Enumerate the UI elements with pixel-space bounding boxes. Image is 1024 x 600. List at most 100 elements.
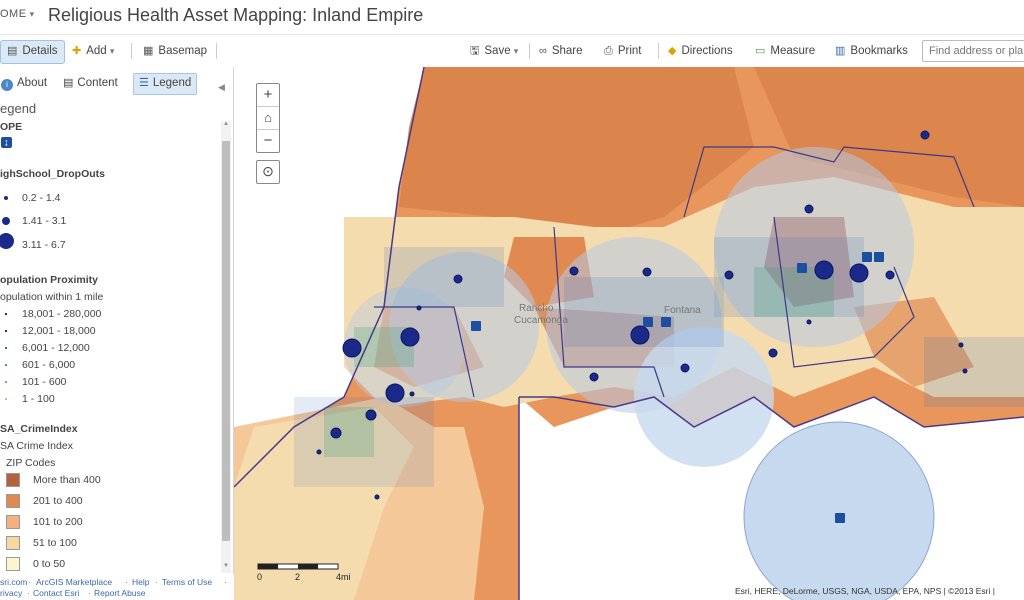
save-icon: 🖫 <box>470 45 480 57</box>
basemap-label: Basemap <box>158 45 207 57</box>
tab-legend[interactable]: ☰ Legend <box>133 73 198 95</box>
add-button[interactable]: ✚ Add ▾ <box>66 40 120 62</box>
scale-label-4mi: 4mi <box>336 572 351 582</box>
bookmarks-label: Bookmarks <box>850 45 908 57</box>
measure-button[interactable]: ▭ Measure <box>749 40 821 62</box>
legend-class-label: 3.11 - 6.7 <box>22 239 66 251</box>
scale-label-2: 2 <box>295 572 301 582</box>
details-icon: ▤ <box>7 45 18 57</box>
info-icon: i <box>1 79 13 91</box>
zoom-in-button[interactable]: + <box>257 84 279 107</box>
tab-content[interactable]: ▤ Content <box>58 73 123 93</box>
bookmarks-button[interactable]: ▥ Bookmarks <box>829 40 914 62</box>
scale-bar-graphic <box>257 563 339 570</box>
measure-icon: ▭ <box>755 45 766 57</box>
footer-link-contact[interactable]: Contact Esri <box>33 588 79 598</box>
legend-layer-title: SA_CrimeIndex <box>0 423 78 435</box>
tab-about[interactable]: i About <box>0 73 52 93</box>
search-input[interactable] <box>922 40 1024 62</box>
home-extent-button[interactable]: ⌂ <box>257 107 279 130</box>
crime-swatch-1 <box>6 494 20 508</box>
legend-icon: ☰ <box>139 77 149 89</box>
page-title: Religious Health Asset Mapping: Inland E… <box>48 5 424 25</box>
legend-scrollbar[interactable]: ▲ ▼ <box>221 121 231 573</box>
scale-bar: 0 2 4mi <box>257 563 357 587</box>
zoom-control: + ⌂ − <box>256 83 280 153</box>
basemap-icon: ▦ <box>143 45 154 57</box>
chevron-down-icon: ▾ <box>109 46 115 56</box>
details-label: Details <box>22 45 58 57</box>
panel-tabs: i About ▤ Content ☰ Legend ◀ <box>0 73 233 95</box>
hope-symbol-icon: ↨ <box>1 137 12 148</box>
collapse-panel-icon[interactable]: ◀ <box>218 82 225 93</box>
chevron-down-icon: ▾ <box>513 46 519 56</box>
proximity-symbol <box>5 330 7 332</box>
proximity-symbol <box>5 313 7 315</box>
chevron-down-icon: ▾ <box>29 9 35 19</box>
directions-button[interactable]: ◆ Directions <box>662 40 739 62</box>
share-label: Share <box>551 45 583 57</box>
share-icon: ∞ <box>539 45 547 57</box>
footer-separator: · <box>125 577 128 587</box>
bookmarks-icon: ▥ <box>835 45 846 57</box>
legend-class-label: 101 to 200 <box>33 516 83 528</box>
city-label: Rancho <box>519 303 554 314</box>
crime-swatch-3 <box>6 536 20 550</box>
legend-class-label: 601 - 6,000 <box>22 359 76 371</box>
directions-icon: ◆ <box>668 45 677 57</box>
zoom-out-button[interactable]: − <box>257 130 279 152</box>
legend-class-label: 201 to 400 <box>33 495 83 507</box>
scrollbar-thumb[interactable] <box>222 141 230 541</box>
footer-link-esri[interactable]: sri.com <box>0 577 27 587</box>
toolbar-divider <box>529 43 530 59</box>
legend-class-label: 101 - 600 <box>22 376 67 388</box>
proximity-symbol <box>5 398 7 400</box>
print-label: Print <box>617 45 642 57</box>
add-icon: ✚ <box>72 45 82 57</box>
legend-class-label: 1 - 100 <box>22 393 55 405</box>
map-view[interactable]: Rancho Cucamonga Fontana <box>234 67 1024 600</box>
footer-link-report-abuse[interactable]: Report Abuse <box>94 588 146 598</box>
legend-class-label: 12,001 - 18,000 <box>22 325 96 337</box>
crime-swatch-2 <box>6 515 20 529</box>
add-label: Add <box>86 45 107 57</box>
map-canvas[interactable] <box>234 67 1024 600</box>
footer-link-marketplace[interactable]: ArcGIS Marketplace <box>36 577 112 587</box>
footer-link-privacy[interactable]: rivacy <box>0 588 22 598</box>
tab-content-label: Content <box>77 77 118 89</box>
legend-class-label: 1.41 - 3.1 <box>22 215 67 227</box>
footer-link-terms[interactable]: Terms of Use <box>162 577 212 587</box>
toolbar: ▤ Details ✚ Add ▾ ▦ Basemap 🖫 Save ▾ ∞ Share … <box>0 35 1024 68</box>
details-button[interactable]: ▤ Details <box>0 40 65 64</box>
crime-swatch-0 <box>6 473 20 487</box>
top-bar: OME ▾ Religious Health Asset Mapping: Inl… <box>0 0 1024 35</box>
share-button[interactable]: ∞ Share <box>533 40 589 62</box>
save-button[interactable]: 🖫 Save ▾ <box>464 40 524 62</box>
scroll-up-icon[interactable]: ▲ <box>222 121 230 129</box>
legend-class-label: More than 400 <box>33 474 101 486</box>
footer-links: sri.com · ArcGIS Marketplace · Help · Te… <box>0 574 233 600</box>
tab-legend-label: Legend <box>152 77 192 89</box>
scroll-down-icon[interactable]: ▼ <box>222 563 230 571</box>
legend-heading: egend <box>0 101 37 116</box>
proximity-symbol <box>5 381 7 383</box>
print-button[interactable]: ⎙ Print <box>598 40 647 62</box>
small-dot-symbol <box>4 196 8 200</box>
legend-class-label: 51 to 100 <box>33 537 77 549</box>
footer-link-help[interactable]: Help <box>132 577 149 587</box>
content-icon: ▤ <box>63 77 74 89</box>
basemap-button[interactable]: ▦ Basemap <box>137 40 213 62</box>
legend-layer-title: OPE <box>0 121 23 133</box>
footer-separator: · <box>28 577 31 587</box>
legend-list: OPE ↨ ighSchool_DropOuts 0.2 - 1.4 1.41 … <box>0 121 220 571</box>
locate-button[interactable]: ⊙ <box>256 160 280 184</box>
map-attribution: Esri, HERE, DeLorme, USGS, NGA, USDA, EP… <box>735 586 995 596</box>
home-menu-button[interactable]: OME ▾ <box>0 8 35 20</box>
medium-dot-symbol <box>2 217 10 225</box>
city-label: Fontana <box>664 305 701 316</box>
service-area-circle <box>743 421 935 600</box>
legend-class-label: 18,001 - 280,000 <box>22 308 102 320</box>
details-panel: i About ▤ Content ☰ Legend ◀ egend OPE ↨ ig… <box>0 67 234 574</box>
legend-class-label: 0 to 50 <box>33 558 66 570</box>
large-dot-symbol <box>0 233 14 249</box>
